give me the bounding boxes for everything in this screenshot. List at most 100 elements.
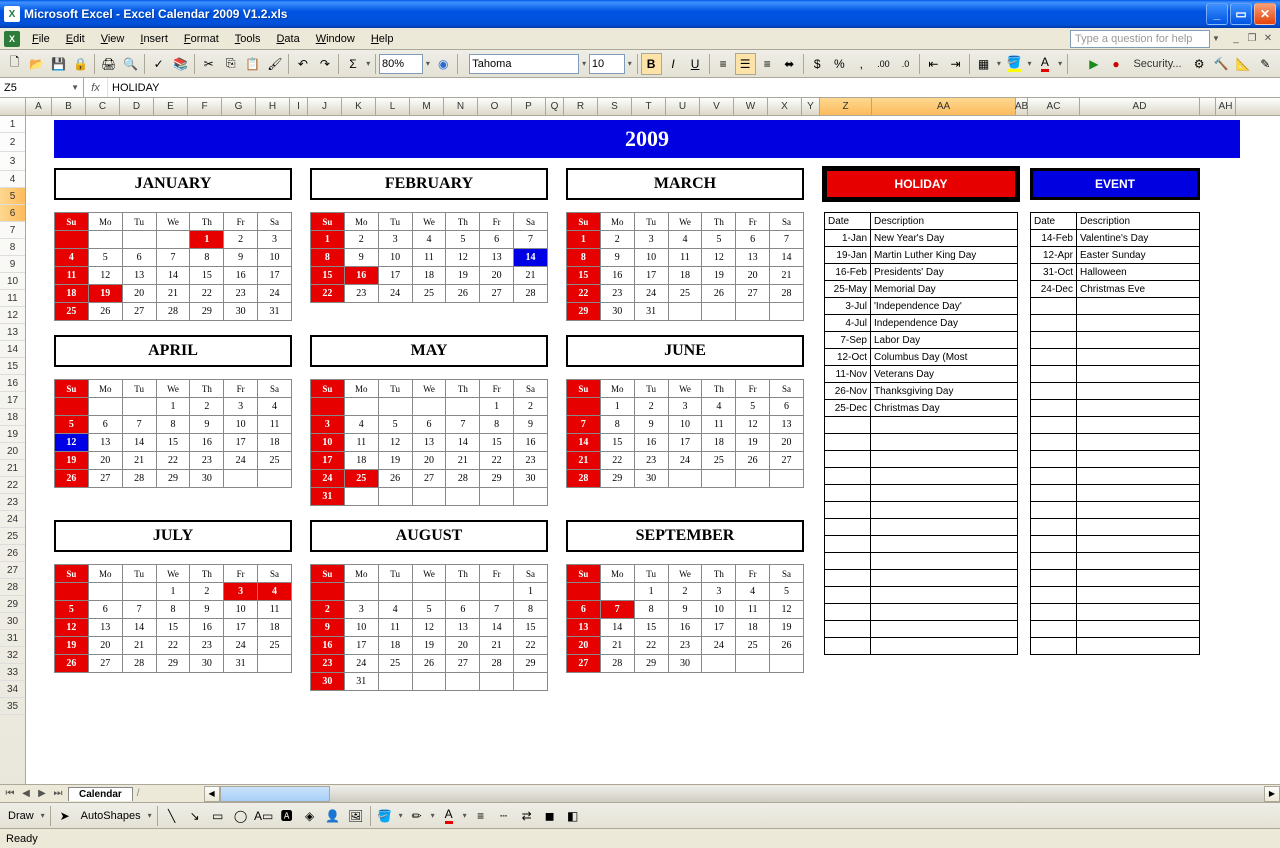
calendar-cell[interactable]: 19: [55, 637, 89, 655]
calendar-cell[interactable]: 7: [480, 601, 514, 619]
calendar-cell[interactable]: 27: [412, 470, 446, 488]
calendar-cell[interactable]: 3: [311, 416, 345, 434]
calendar-cell[interactable]: 27: [567, 655, 601, 673]
calendar-cell[interactable]: 27: [480, 285, 514, 303]
calendar-cell[interactable]: [344, 583, 378, 601]
draw-dropdown-icon[interactable]: ▾: [39, 811, 47, 820]
table-row[interactable]: [825, 434, 1018, 451]
calendar-cell[interactable]: 5: [736, 398, 770, 416]
table-row[interactable]: 3-Jul'Independence Day': [825, 298, 1018, 315]
column-header-I[interactable]: I: [290, 98, 308, 115]
calendar-cell[interactable]: 24: [258, 285, 292, 303]
column-header-AA[interactable]: AA: [872, 98, 1016, 115]
calendar-cell[interactable]: 19: [702, 267, 736, 285]
calendar-cell[interactable]: 26: [702, 285, 736, 303]
calendar-cell[interactable]: 22: [156, 452, 190, 470]
row-header-1[interactable]: 1: [0, 116, 25, 133]
calendar-cell[interactable]: 31: [224, 655, 258, 673]
tab-prev-button[interactable]: ◀: [18, 788, 34, 799]
calendar-cell[interactable]: 9: [344, 249, 378, 267]
doc-restore-button[interactable]: ❐: [1244, 32, 1260, 46]
table-row[interactable]: [1031, 536, 1200, 553]
calendar-cell[interactable]: 25: [668, 285, 702, 303]
calendar-cell[interactable]: 13: [770, 416, 804, 434]
row-header-35[interactable]: 35: [0, 698, 25, 715]
calendar-cell[interactable]: 20: [88, 637, 122, 655]
calendar-cell[interactable]: 8: [634, 601, 668, 619]
calendar-cell[interactable]: 12: [378, 434, 412, 452]
calendar-cell[interactable]: 6: [88, 601, 122, 619]
column-header-Q[interactable]: Q: [546, 98, 564, 115]
calendar-cell[interactable]: [412, 488, 446, 506]
table-row[interactable]: [1031, 400, 1200, 417]
calendar-cell[interactable]: 24: [344, 655, 378, 673]
table-row[interactable]: [1031, 366, 1200, 383]
column-header-X[interactable]: X: [768, 98, 802, 115]
calendar-cell[interactable]: 21: [122, 637, 156, 655]
row-header-20[interactable]: 20: [0, 443, 25, 460]
menu-window[interactable]: Window: [308, 30, 363, 48]
calendar-cell[interactable]: 12: [702, 249, 736, 267]
calendar-cell[interactable]: 10: [344, 619, 378, 637]
calendar-cell[interactable]: 11: [258, 601, 292, 619]
calendar-cell[interactable]: 27: [88, 470, 122, 488]
calendar-cell[interactable]: 20: [446, 637, 480, 655]
doc-minimize-button[interactable]: _: [1228, 32, 1244, 46]
calendar-cell[interactable]: [88, 583, 122, 601]
calendar-cell[interactable]: 28: [122, 655, 156, 673]
calendar-cell[interactable]: 16: [311, 637, 345, 655]
calendar-cell[interactable]: 6: [88, 416, 122, 434]
decrease-indent-button[interactable]: ⇤: [923, 53, 944, 75]
calendar-cell[interactable]: 22: [480, 452, 514, 470]
calendar-cell[interactable]: [514, 488, 548, 506]
menu-help[interactable]: Help: [363, 30, 402, 48]
comma-button[interactable]: ,: [851, 53, 872, 75]
calendar-cell[interactable]: 4: [702, 398, 736, 416]
calendar-cell[interactable]: 2: [344, 231, 378, 249]
calendar-cell[interactable]: [514, 673, 548, 691]
calendar-cell[interactable]: 13: [446, 619, 480, 637]
row-header-7[interactable]: 7: [0, 222, 25, 239]
calendar-cell[interactable]: [770, 303, 804, 321]
tools-button[interactable]: 🔨: [1211, 53, 1232, 75]
calendar-cell[interactable]: 4: [378, 601, 412, 619]
percent-button[interactable]: %: [829, 53, 850, 75]
calendar-cell[interactable]: [412, 398, 446, 416]
close-button[interactable]: ✕: [1254, 3, 1276, 25]
table-row[interactable]: 4-JulIndependence Day: [825, 315, 1018, 332]
calendar-cell[interactable]: 11: [412, 249, 446, 267]
calendar-cell[interactable]: 12: [446, 249, 480, 267]
column-header-U[interactable]: U: [666, 98, 700, 115]
calendar-cell[interactable]: 26: [446, 285, 480, 303]
autosum-button[interactable]: Σ: [342, 53, 363, 75]
calendar-cell[interactable]: 18: [344, 452, 378, 470]
calendar-cell[interactable]: 28: [446, 470, 480, 488]
column-header-A[interactable]: A: [26, 98, 52, 115]
holiday-header[interactable]: HOLIDAY: [824, 168, 1018, 200]
calendar-cell[interactable]: 9: [634, 416, 668, 434]
calendar-cell[interactable]: 8: [311, 249, 345, 267]
column-header-E[interactable]: E: [154, 98, 188, 115]
calendar-cell[interactable]: 13: [88, 619, 122, 637]
calendar-cell[interactable]: [480, 583, 514, 601]
calendar-cell[interactable]: [446, 398, 480, 416]
calendar-cell[interactable]: 19: [378, 452, 412, 470]
table-row[interactable]: [825, 536, 1018, 553]
calendar-cell[interactable]: 8: [156, 601, 190, 619]
column-header-V[interactable]: V: [700, 98, 734, 115]
format-painter-button[interactable]: 🖌: [264, 53, 285, 75]
calendar-cell[interactable]: 10: [258, 249, 292, 267]
minimize-button[interactable]: _: [1206, 3, 1228, 25]
calendar-cell[interactable]: 16: [514, 434, 548, 452]
calendar-cell[interactable]: 14: [122, 434, 156, 452]
table-row[interactable]: [1031, 315, 1200, 332]
calendar-cell[interactable]: [55, 583, 89, 601]
fill-dropdown-icon[interactable]: ▾: [1026, 59, 1034, 68]
print-button[interactable]: 🖨: [98, 53, 119, 75]
event-header[interactable]: EVENT: [1030, 168, 1200, 200]
calendar-cell[interactable]: 13: [736, 249, 770, 267]
calendar-cell[interactable]: 14: [770, 249, 804, 267]
calendar-cell[interactable]: 15: [514, 619, 548, 637]
fx-button[interactable]: fx: [84, 78, 108, 97]
column-header-P[interactable]: P: [512, 98, 546, 115]
